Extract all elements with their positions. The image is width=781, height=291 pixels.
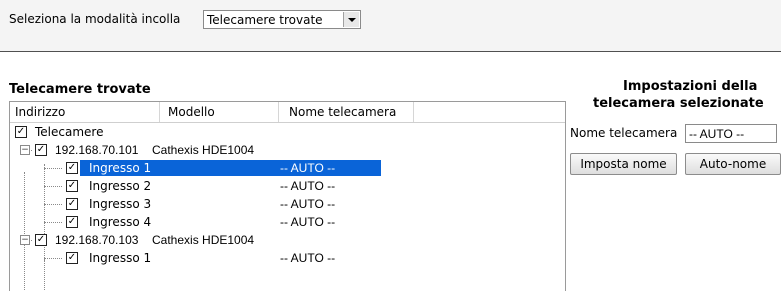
set-name-button[interactable]: Imposta nome	[570, 153, 677, 175]
found-cameras-tree[interactable]: Indirizzo Modello Nome telecamera ✓ Tele…	[9, 101, 566, 291]
tree-header: Indirizzo Modello Nome telecamera	[10, 102, 565, 123]
device-ip: 192.168.70.103	[55, 233, 139, 247]
checkbox-checked-icon[interactable]: ✓	[66, 162, 78, 174]
chevron-down-icon[interactable]	[343, 12, 359, 27]
paste-mode-value: Telecamere trovate	[207, 13, 323, 27]
input-row[interactable]: ✓ Ingresso 1 -- AUTO --	[10, 250, 565, 266]
input-camera-name: -- AUTO --	[280, 197, 336, 211]
tree-root-label: Telecamere	[35, 125, 104, 139]
input-camera-name: -- AUTO --	[280, 161, 336, 175]
collapse-icon[interactable]: −	[20, 235, 30, 245]
input-camera-name: -- AUTO --	[280, 251, 336, 265]
top-divider	[0, 51, 781, 52]
input-name: Ingresso 2	[89, 179, 152, 193]
input-row[interactable]: ✓ Ingresso 1 -- AUTO --	[10, 160, 565, 176]
device-row[interactable]: − ✓ 192.168.70.103 Cathexis HDE1004	[10, 232, 565, 248]
settings-title-line2: telecamera selezionate	[593, 96, 764, 111]
input-name: Ingresso 1	[89, 251, 152, 265]
checkbox-checked-icon[interactable]: ✓	[66, 180, 78, 192]
input-row[interactable]: ✓ Ingresso 2 -- AUTO --	[10, 178, 565, 194]
checkbox-checked-icon[interactable]: ✓	[15, 126, 27, 138]
device-ip: 192.168.70.101	[55, 143, 139, 157]
checkbox-checked-icon[interactable]: ✓	[66, 252, 78, 264]
settings-title-line1: Impostazioni della	[623, 79, 758, 94]
paste-mode-dropdown[interactable]: Telecamere trovate	[203, 10, 361, 29]
checkbox-checked-icon[interactable]: ✓	[66, 198, 78, 210]
device-row[interactable]: − ✓ 192.168.70.101 Cathexis HDE1004	[10, 142, 565, 158]
paste-mode-label: Seleziona la modalità incolla	[9, 12, 181, 26]
collapse-icon[interactable]: −	[20, 145, 30, 155]
camera-name-label: Nome telecamera	[570, 126, 678, 140]
input-name: Ingresso 4	[89, 215, 152, 229]
checkbox-checked-icon[interactable]: ✓	[66, 216, 78, 228]
input-row[interactable]: ✓ Ingresso 4 -- AUTO --	[10, 214, 565, 230]
auto-name-button[interactable]: Auto-nome	[685, 153, 781, 175]
input-row[interactable]: ✓ Ingresso 3 -- AUTO --	[10, 196, 565, 212]
found-cameras-title: Telecamere trovate	[9, 82, 151, 97]
camera-name-value: -- AUTO --	[689, 127, 745, 141]
camera-name-input[interactable]: -- AUTO --	[685, 124, 777, 143]
tree-root-row[interactable]: ✓ Telecamere	[10, 124, 565, 140]
input-camera-name: -- AUTO --	[280, 179, 336, 193]
checkbox-checked-icon[interactable]: ✓	[35, 234, 47, 246]
column-header-camera-name[interactable]: Nome telecamera	[289, 105, 396, 119]
input-name: Ingresso 3	[89, 197, 152, 211]
input-name: Ingresso 1	[89, 161, 152, 175]
device-model: Cathexis HDE1004	[152, 143, 255, 157]
column-header-model[interactable]: Modello	[168, 105, 215, 119]
input-camera-name: -- AUTO --	[280, 215, 336, 229]
device-model: Cathexis HDE1004	[152, 233, 255, 247]
column-header-address[interactable]: Indirizzo	[15, 105, 65, 119]
checkbox-checked-icon[interactable]: ✓	[35, 144, 47, 156]
